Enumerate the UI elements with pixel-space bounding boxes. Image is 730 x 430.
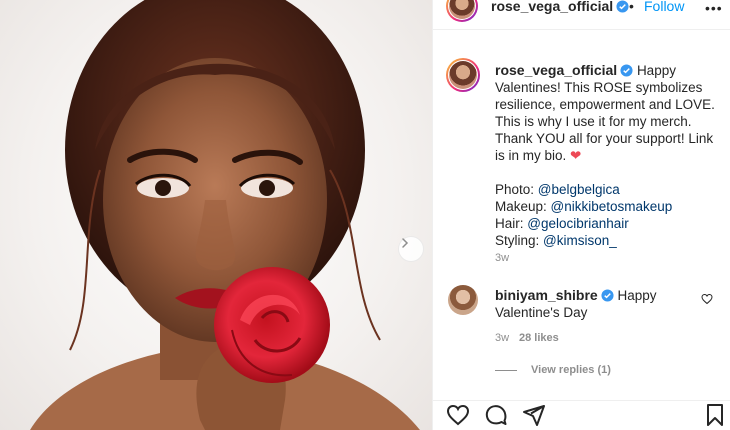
comment-icon[interactable] bbox=[484, 403, 508, 427]
mention-link[interactable]: @gelocibrianhair bbox=[527, 216, 629, 231]
heart-emoji: ❤ bbox=[570, 148, 582, 163]
bookmark-icon[interactable] bbox=[703, 403, 727, 427]
follow-button[interactable]: Follow bbox=[644, 0, 684, 14]
verified-badge-icon bbox=[616, 0, 629, 13]
credit-line: Styling: @kimsison_ bbox=[495, 233, 617, 248]
portrait-illustration bbox=[30, 0, 420, 430]
caption-avatar[interactable] bbox=[446, 58, 480, 92]
mention-link[interactable]: @belgbelgica bbox=[538, 182, 620, 197]
author-username-text[interactable]: rose_vega_official bbox=[491, 0, 613, 14]
share-icon[interactable] bbox=[522, 403, 546, 427]
comment-text: biniyam_shibre Happy Valentine's Day bbox=[495, 287, 695, 321]
caption-timestamp[interactable]: 3w bbox=[495, 252, 509, 264]
next-image-button[interactable] bbox=[398, 236, 424, 262]
caption-text: rose_vega_official Happy Valentines! Thi… bbox=[495, 62, 723, 249]
caption-username[interactable]: rose_vega_official bbox=[495, 62, 617, 78]
view-replies-button[interactable]: View replies (1) bbox=[495, 364, 611, 376]
caption-body: Happy Valentines! This ROSE symbolizes r… bbox=[495, 63, 715, 163]
post-header: rose_vega_official • Follow ••• bbox=[433, 0, 730, 30]
like-comment-icon[interactable] bbox=[701, 293, 713, 305]
post-image[interactable] bbox=[0, 0, 432, 430]
mention-link[interactable]: @kimsison_ bbox=[543, 233, 617, 248]
caption-credits: Photo: @belgbelgica Makeup: @nikkibetosm… bbox=[495, 181, 723, 249]
replies-divider bbox=[495, 369, 517, 371]
credit-line: Hair: @gelocibrianhair bbox=[495, 216, 629, 231]
comment-timestamp[interactable]: 3w bbox=[495, 332, 509, 344]
post-side-panel: rose_vega_official • Follow ••• rose_veg… bbox=[432, 0, 730, 430]
header-separator: • bbox=[629, 0, 634, 14]
author-username[interactable]: rose_vega_official bbox=[491, 0, 629, 14]
comment-likes[interactable]: 28 likes bbox=[519, 332, 559, 344]
commenter-avatar[interactable] bbox=[448, 285, 478, 315]
verified-badge-icon bbox=[601, 289, 614, 302]
credit-line: Makeup: @nikkibetosmakeup bbox=[495, 199, 673, 214]
credit-line: Photo: @belgbelgica bbox=[495, 182, 620, 197]
more-options-button[interactable]: ••• bbox=[705, 0, 723, 16]
chevron-right-icon bbox=[402, 238, 409, 248]
heart-icon[interactable] bbox=[446, 403, 470, 427]
commenter-username[interactable]: biniyam_shibre bbox=[495, 287, 598, 303]
action-bar bbox=[433, 400, 730, 430]
verified-badge-icon bbox=[620, 64, 633, 77]
author-avatar[interactable] bbox=[446, 0, 478, 22]
view-replies-label[interactable]: View replies (1) bbox=[531, 364, 611, 376]
mention-link[interactable]: @nikkibetosmakeup bbox=[551, 199, 673, 214]
